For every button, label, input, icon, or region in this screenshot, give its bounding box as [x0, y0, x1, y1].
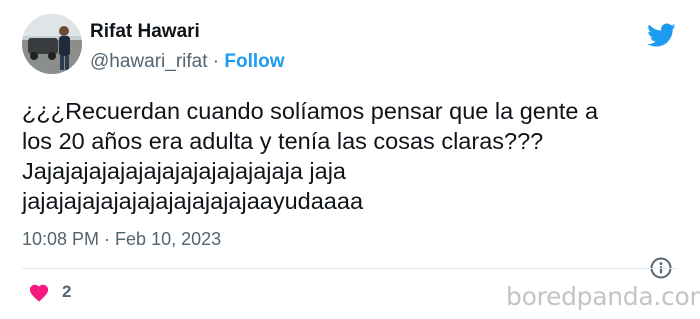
watermark: boredpanda.com: [506, 282, 700, 311]
tweet-card: Rifat Hawari @hawari_rifat · Follow ¿¿¿R…: [0, 0, 700, 319]
tweet-text-line: ¿¿¿Recuerdan cuando solíamos pensar que …: [22, 98, 599, 124]
tweet-text-line: jajajajajajajajajajajajajaayudaaaa: [22, 188, 364, 214]
tweet-time: 10:08 PM: [22, 229, 100, 249]
like-count[interactable]: 2: [62, 282, 71, 302]
divider: [22, 268, 678, 269]
tweet-text: ¿¿¿Recuerdan cuando solíamos pensar que …: [22, 96, 682, 216]
follow-button[interactable]: Follow: [224, 51, 284, 72]
handle-row: @hawari_rifat · Follow: [90, 51, 285, 73]
heart-icon[interactable]: [28, 282, 50, 302]
author-handle[interactable]: @hawari_rifat: [90, 51, 208, 72]
author-name[interactable]: Rifat Hawari: [90, 21, 200, 43]
tweet-text-line: los 20 años era adulta y tenía las cosas…: [22, 128, 544, 154]
tweet-timestamp[interactable]: 10:08 PM · Feb 10, 2023: [22, 229, 221, 250]
twitter-bird-icon[interactable]: [644, 20, 678, 50]
avatar[interactable]: [22, 14, 82, 74]
timestamp-separator: ·: [99, 229, 116, 249]
handle-separator: ·: [207, 51, 225, 72]
tweet-text-line: Jajajajajajajajajajajajajajaja jaja: [22, 158, 346, 184]
tweet-date: Feb 10, 2023: [115, 229, 222, 249]
